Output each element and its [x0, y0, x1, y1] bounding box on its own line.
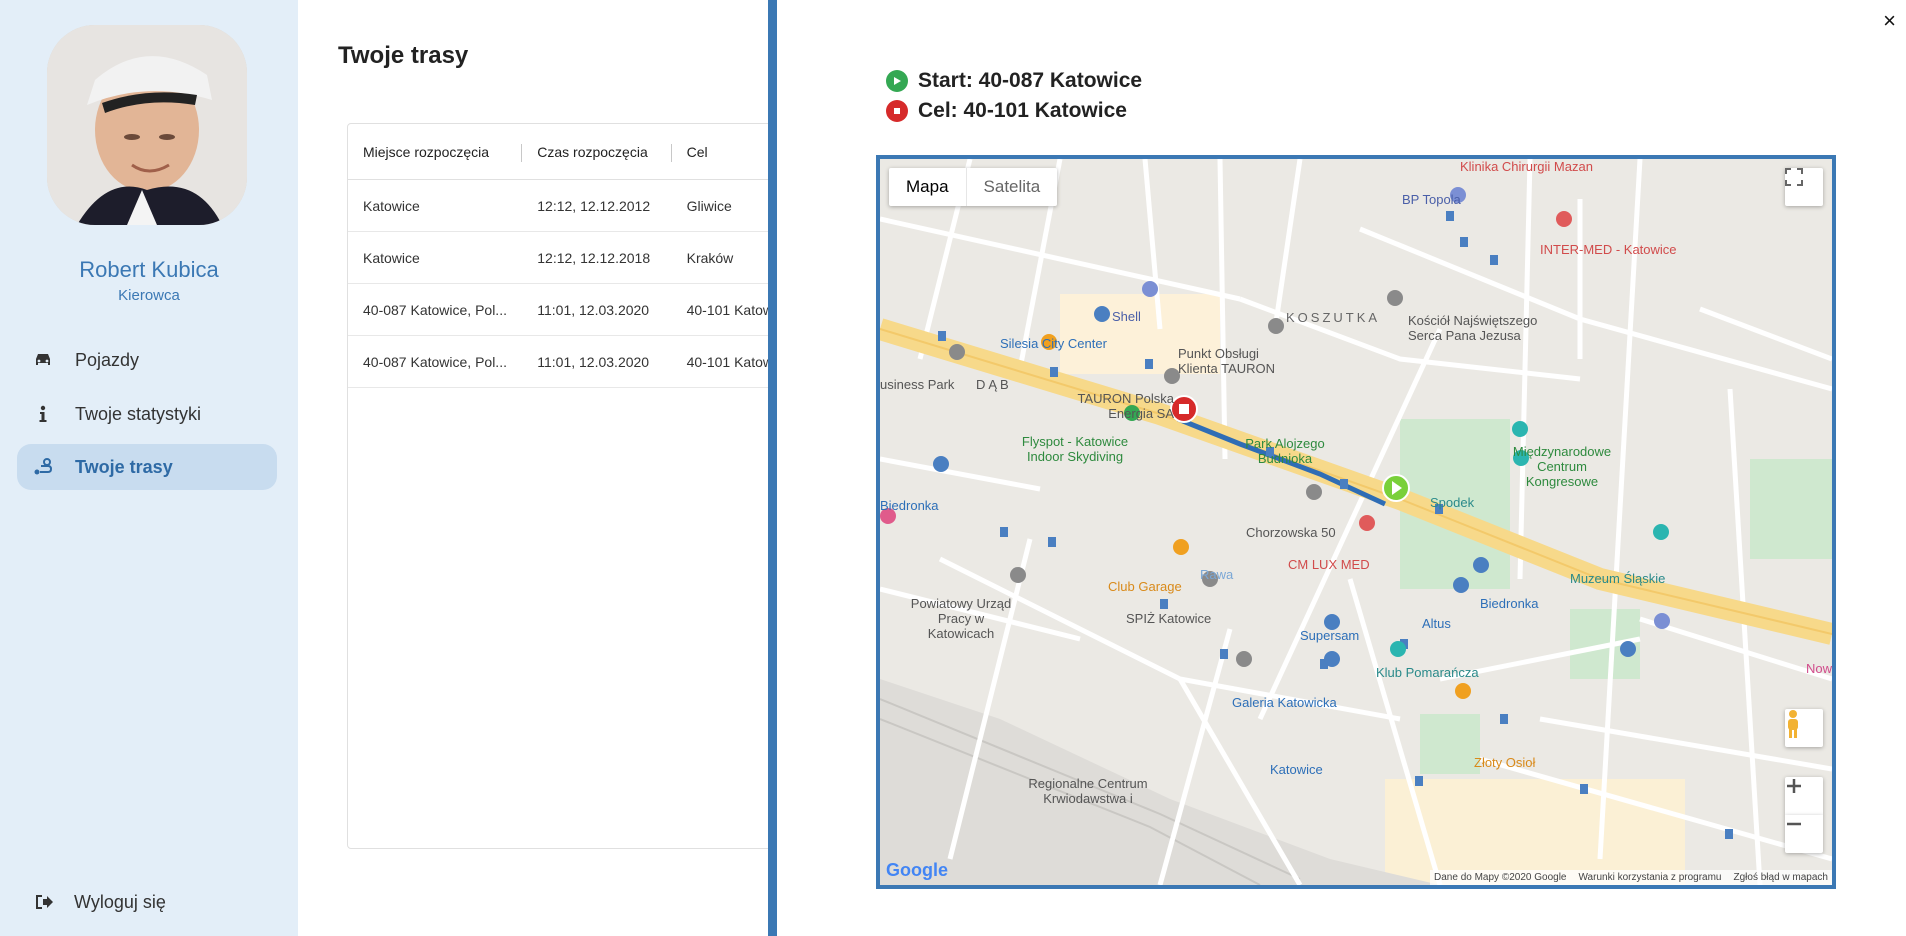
- map-label-now: Now: [1806, 661, 1833, 676]
- map-label-cmlux: CM LUX MED: [1288, 557, 1370, 572]
- map-label-park: Park Alojzego Budnioka: [1245, 436, 1325, 466]
- map-label-business: usiness Park: [880, 377, 955, 392]
- map-type-control: Mapa Satelita: [889, 168, 1058, 206]
- route-end-label: Cel: 40-101 Katowice: [918, 99, 1127, 122]
- map-label-biedronka1: Biedronka: [880, 498, 939, 513]
- map-type-map-button[interactable]: Mapa: [889, 168, 966, 206]
- map-label-klub: Klub Pomarańcza: [1376, 665, 1479, 680]
- route-map[interactable]: Klinika Chirurgii Mazan BP Topola INTER-…: [876, 155, 1836, 889]
- table-row[interactable]: Katowice 12:12, 12.12.2012 Gliwice: [348, 180, 816, 232]
- cell-start-place: Katowice: [363, 197, 420, 214]
- sidebar-item-routes[interactable]: Twoje trasy: [17, 444, 277, 490]
- table-row[interactable]: 40-087 Katowice, Pol... 11:01, 12.03.202…: [348, 284, 816, 336]
- sidebar-item-label: Pojazdy: [75, 349, 140, 370]
- street-view-button[interactable]: [1785, 709, 1823, 747]
- cell-start-time: 11:01, 12.03.2020: [537, 301, 650, 318]
- map-label-mck: Międzynarodowe Centrum Kongresowe: [1512, 444, 1612, 489]
- car-icon: [31, 348, 55, 372]
- map-label-shell: Shell: [1112, 309, 1141, 324]
- map-type-satellite-button[interactable]: Satelita: [965, 168, 1058, 206]
- map-label-rawa: Rawa: [1200, 567, 1234, 582]
- map-label-intermed: INTER-MED - Katowice: [1540, 242, 1677, 257]
- map-label-silesia: Silesia City Center: [1000, 336, 1107, 351]
- map-label-bp-topola: BP Topola: [1402, 192, 1461, 207]
- user-role: Kierowca: [118, 287, 180, 304]
- map-label-spodek: Spodek: [1430, 495, 1475, 510]
- map-label-tauron: TAURON Polska Energia SA: [1077, 391, 1174, 421]
- map-label-kosciol: Kościół Najświętszego Serca Pana Jezusa: [1408, 313, 1538, 343]
- page-title: Twoje trasy: [338, 42, 469, 69]
- close-button[interactable]: ×: [1883, 10, 1896, 32]
- column-header-start-time[interactable]: Czas rozpoczęcia: [522, 143, 672, 162]
- zoom-in-button[interactable]: [1785, 777, 1823, 815]
- fullscreen-button[interactable]: [1785, 168, 1823, 206]
- route-icon: [31, 455, 55, 479]
- map-label-regionalne: Regionalne Centrum Krwiodawstwa i: [1028, 776, 1148, 806]
- route-start: Start: 40-087 Katowice: [886, 69, 1142, 93]
- table-header: Miejsce rozpoczęcia Czas rozpoczęcia Cel: [348, 124, 816, 180]
- google-logo[interactable]: Google: [886, 860, 948, 881]
- map-label-chorzowska: Chorzowska 50: [1246, 525, 1336, 540]
- map-label-galeria: Galeria Katowicka: [1232, 695, 1337, 710]
- logout-icon: [32, 890, 56, 914]
- cell-start-time: 11:01, 12.03.2020: [537, 353, 650, 370]
- cell-start-time: 12:12, 12.12.2012: [537, 197, 651, 214]
- map-label-flyspot: Flyspot - Katowice Indoor Skydiving: [1021, 434, 1129, 464]
- cell-start-place: Katowice: [363, 249, 420, 266]
- map-label-altus: Altus: [1422, 616, 1451, 631]
- play-icon: [886, 70, 908, 92]
- map-label-supersam: Supersam: [1300, 628, 1360, 643]
- map-label-powiatowy: Powiatowy Urząd Pracy w Katowicach: [910, 596, 1012, 641]
- map-label-biedronka2: Biedronka: [1480, 596, 1539, 611]
- route-details-modal: × Start: 40-087 Katowice Cel: 40-101 Kat…: [768, 0, 1906, 936]
- map-label-club: Club Garage: [1108, 579, 1182, 594]
- map-canvas: [880, 159, 1832, 885]
- main-content: Twoje trasy Miejsce rozpoczęcia Czas roz…: [298, 0, 817, 936]
- sidebar-item-stats[interactable]: Twoje statystyki: [17, 391, 277, 437]
- map-label-koszutka: KOSZUTKA: [1286, 310, 1381, 325]
- cell-start-place: 40-087 Katowice, Pol...: [363, 301, 507, 318]
- column-header-start-place[interactable]: Miejsce rozpoczęcia: [348, 143, 523, 162]
- attribution-terms-link[interactable]: Warunki korzystania z programu: [1578, 872, 1721, 883]
- cell-start-place: 40-087 Katowice, Pol...: [363, 353, 507, 370]
- sidebar-item-vehicles[interactable]: Pojazdy: [17, 337, 277, 383]
- attribution-report-link[interactable]: Zgłoś błąd w mapach: [1734, 872, 1829, 883]
- user-name: Robert Kubica: [79, 257, 219, 282]
- map-label-muzeum: Muzeum Śląskie: [1570, 571, 1666, 586]
- map-label-spiz: SPIŻ Katowice: [1126, 611, 1212, 626]
- table-row[interactable]: Katowice 12:12, 12.12.2018 Kraków: [348, 232, 816, 284]
- map-attribution: Dane do Mapy ©2020 Google Warunki korzys…: [1430, 870, 1832, 885]
- sidebar-item-label: Twoje trasy: [75, 456, 173, 477]
- info-icon: [31, 402, 55, 426]
- cell-start-time: 12:12, 12.12.2018: [537, 249, 651, 266]
- logout-label: Wyloguj się: [74, 891, 166, 912]
- avatar: [47, 25, 247, 225]
- google-logo-text: Google: [886, 860, 948, 880]
- sidebar-item-label: Twoje statystyki: [75, 403, 202, 424]
- map-label-klinika: Klinika Chirurgii Mazan: [1460, 159, 1593, 174]
- map-label-katowice: Katowice: [1270, 762, 1323, 777]
- map-label-dab: DĄB: [976, 377, 1012, 392]
- route-end: Cel: 40-101 Katowice: [886, 99, 1127, 123]
- routes-table: Miejsce rozpoczęcia Czas rozpoczęcia Cel…: [347, 123, 817, 849]
- sidebar: Robert Kubica Kierowca Pojazdy Twoje sta…: [0, 0, 298, 936]
- zoom-out-button[interactable]: [1785, 815, 1823, 853]
- table-row[interactable]: 40-087 Katowice, Pol... 11:01, 12.03.202…: [348, 336, 816, 388]
- attribution-data: Dane do Mapy ©2020 Google: [1434, 872, 1567, 883]
- logout-button[interactable]: Wyloguj się: [32, 890, 166, 914]
- stop-icon: [886, 100, 908, 122]
- map-label-zloty: Złoty Osioł: [1474, 755, 1536, 770]
- route-start-label: Start: 40-087 Katowice: [918, 69, 1143, 92]
- map-label-punkt: Punkt Obsługi Klienta TAURON: [1178, 346, 1276, 376]
- avatar-photo: [47, 25, 247, 225]
